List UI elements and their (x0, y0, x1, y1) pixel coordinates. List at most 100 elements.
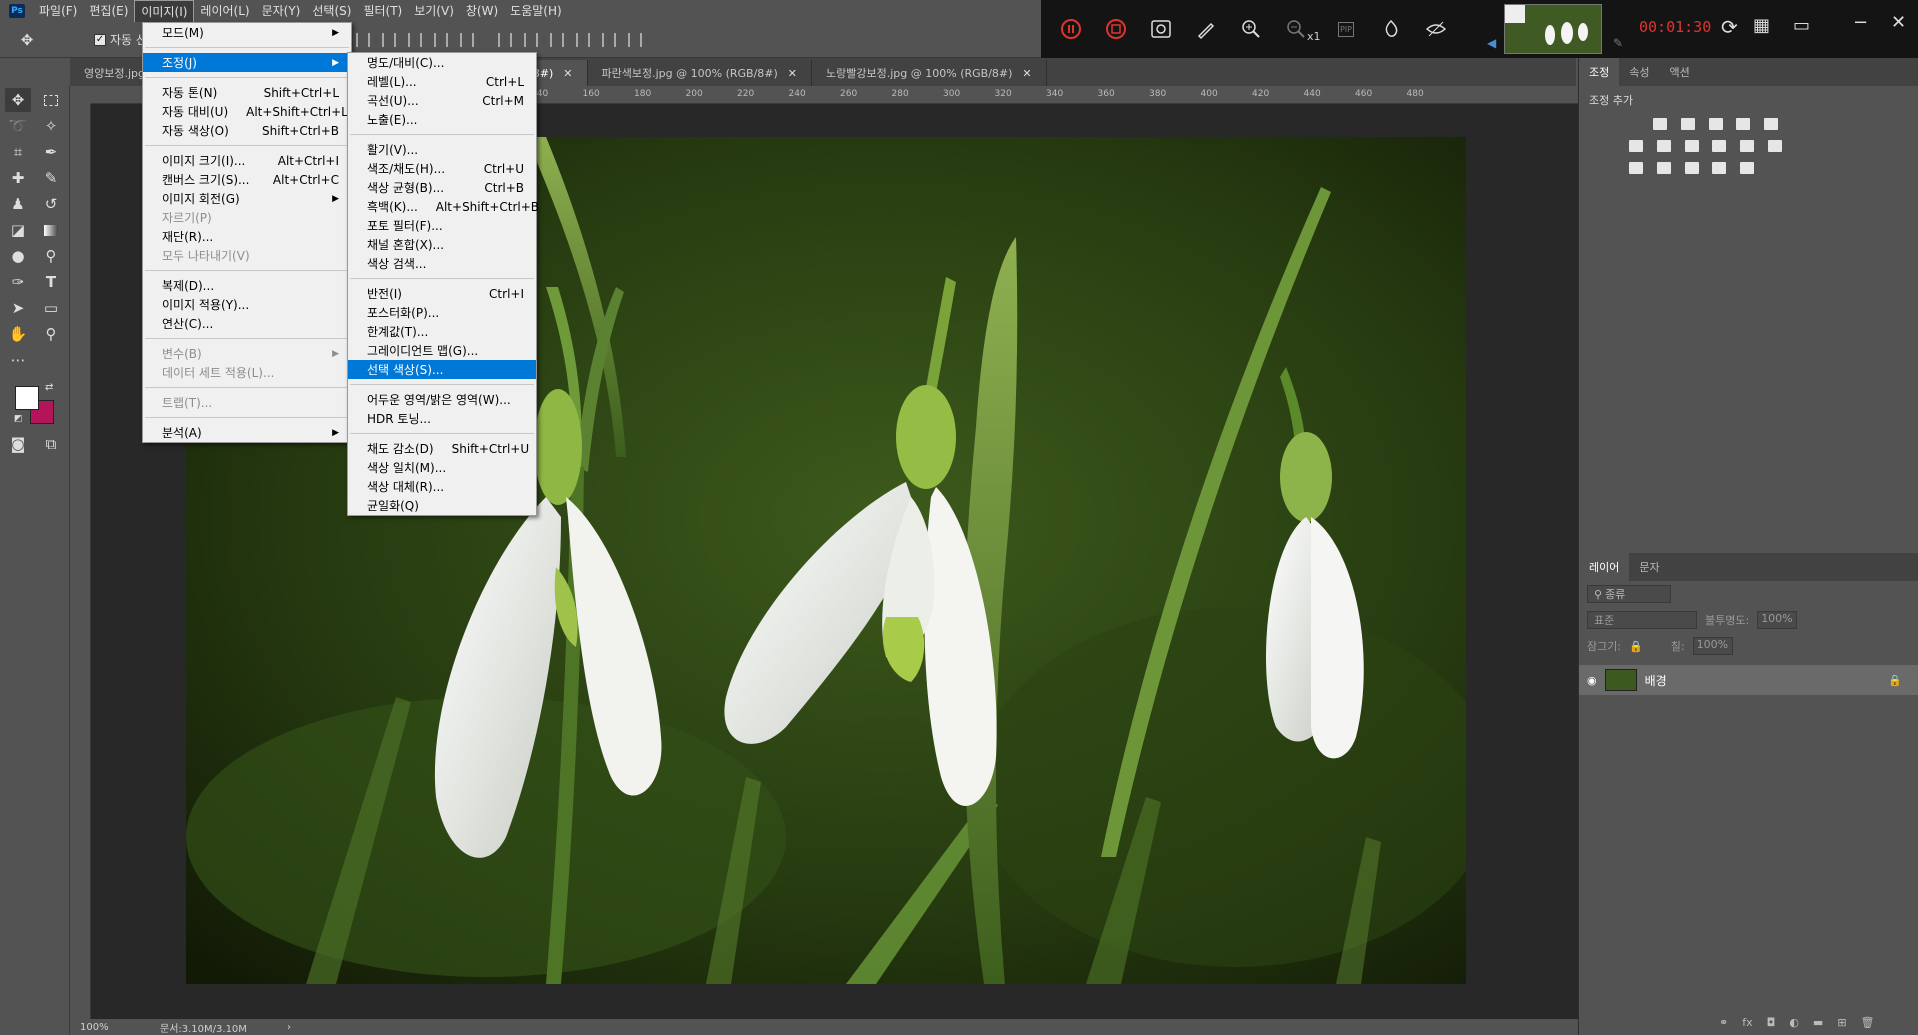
tab-close-icon[interactable]: ✕ (788, 67, 797, 80)
menu-5[interactable]: 선택(S) (306, 0, 357, 23)
menu-item[interactable]: 자동 대비(U) Alt+Shift+Ctrl+L (143, 102, 351, 121)
foreground-color-swatch[interactable] (15, 386, 39, 410)
align-bottom-icon[interactable] (381, 32, 396, 47)
photo-filter-icon[interactable] (1740, 140, 1755, 152)
curves-icon[interactable] (1708, 118, 1723, 130)
menu-item[interactable]: 어두운 영역/밝은 영역(W)... (348, 390, 536, 409)
trash-icon[interactable]: 🗑 (1861, 1016, 1875, 1029)
lock-icon[interactable]: 🔒 (1629, 640, 1643, 653)
vibrance-icon[interactable] (1629, 140, 1643, 152)
menu-item[interactable]: 채도 감소(D) Shift+Ctrl+U (348, 439, 536, 458)
adjustment-layer-icon[interactable]: ◐ (1789, 1016, 1799, 1029)
zoom-tool-icon[interactable]: ⚲ (38, 322, 64, 346)
posterize-icon[interactable] (1656, 162, 1671, 174)
move-tool-icon[interactable]: ✥ (14, 28, 40, 52)
pause-icon[interactable] (1056, 14, 1086, 44)
mask-icon[interactable]: ◘ (1767, 1016, 1776, 1029)
fill-input[interactable]: 100% (1692, 637, 1733, 655)
distribute-bottom-icon[interactable] (549, 32, 564, 47)
menu-item[interactable]: 자동 색상(O) Shift+Ctrl+B (143, 121, 351, 140)
gradient-tool-icon[interactable] (38, 218, 64, 242)
pip-icon[interactable]: PIP (1331, 14, 1361, 44)
menu-7[interactable]: 보기(V) (408, 0, 460, 23)
distribute-vcenter-icon[interactable] (523, 32, 538, 47)
exposure-icon[interactable] (1736, 118, 1751, 130)
menu-item[interactable]: HDR 토닝... (348, 409, 536, 428)
mic-icon[interactable]: ✎ (1613, 36, 1623, 50)
menu-1[interactable]: 편집(E) (83, 0, 134, 23)
more-tools-icon[interactable]: ⋯ (5, 348, 31, 372)
menu-item[interactable]: 한계값(T)... (348, 322, 536, 341)
distribute-right-icon[interactable] (627, 32, 642, 47)
menu-item[interactable]: 레벨(L)... Ctrl+L (348, 72, 536, 91)
menu-item[interactable]: 모드(M) ▶ (143, 23, 351, 42)
tab-close-icon[interactable]: ✕ (563, 67, 572, 80)
magic-wand-icon[interactable]: ✧ (38, 114, 64, 138)
tab-close-icon[interactable]: ✕ (1022, 67, 1031, 80)
shape-tool-icon[interactable]: ▭ (38, 296, 64, 320)
menu-item[interactable]: 재단(R)... (143, 227, 351, 246)
layer-filter-select[interactable]: ⚲ 종류 (1587, 585, 1671, 603)
gradient-map-icon[interactable] (1740, 162, 1755, 174)
distribute-hcenter-icon[interactable] (601, 32, 616, 47)
menu-item[interactable]: 곡선(U)... Ctrl+M (348, 91, 536, 110)
healing-brush-icon[interactable]: ✚ (5, 166, 31, 190)
hue-saturation-icon[interactable] (1656, 140, 1671, 152)
group-icon[interactable]: ▬ (1813, 1016, 1823, 1029)
brush-tool-icon[interactable]: ✎ (38, 166, 64, 190)
layer-row[interactable]: ◉ 배경 🔒 (1579, 665, 1918, 695)
eraser-tool-icon[interactable]: ◪ (5, 218, 31, 242)
menu-6[interactable]: 필터(T) (357, 0, 408, 23)
dodge-tool-icon[interactable]: ⚲ (38, 244, 64, 268)
align-right-icon[interactable] (459, 32, 474, 47)
panel-tab[interactable]: 조정 (1579, 58, 1620, 86)
gradient-icon[interactable] (1764, 118, 1779, 130)
menu-item[interactable]: 연산(C)... (143, 314, 351, 333)
recording-thumbnail[interactable] (1504, 4, 1602, 54)
close-icon[interactable]: ✕ (1891, 12, 1906, 33)
panel-tab[interactable]: 속성 (1619, 58, 1659, 86)
new-layer-icon[interactable]: ⊞ (1837, 1016, 1846, 1029)
marquee-tool-icon[interactable] (38, 88, 64, 112)
menu-item[interactable]: 자동 톤(N) Shift+Ctrl+L (143, 83, 351, 102)
brightness-contrast-icon[interactable] (1653, 118, 1667, 130)
menu-9[interactable]: 도움말(H) (504, 0, 568, 23)
eye-icon[interactable]: ◉ (1587, 674, 1597, 687)
threshold-icon[interactable] (1684, 162, 1699, 174)
webcam-icon[interactable] (1146, 14, 1176, 44)
panel-tab[interactable]: 레이어 (1579, 553, 1630, 581)
menu-2[interactable]: 이미지(I) (134, 0, 195, 23)
screen-mode-icon[interactable]: ⧉ (38, 432, 64, 456)
menu-8[interactable]: 창(W) (460, 0, 504, 23)
channel-mixer-icon[interactable] (1768, 140, 1783, 152)
minimize-icon[interactable]: − (1853, 12, 1868, 33)
panel-tab[interactable]: 액션 (1660, 58, 1700, 86)
eyedropper-icon[interactable]: ✒ (38, 140, 64, 164)
levels-icon[interactable] (1680, 118, 1695, 130)
menu-item[interactable]: 분석(A) ▶ (143, 423, 351, 442)
mouse-effect-icon[interactable] (1376, 14, 1406, 44)
menu-item[interactable]: 균일화(Q) (348, 496, 536, 515)
capture-icon[interactable]: ▦ (1753, 15, 1770, 36)
distribute-left-icon[interactable] (575, 32, 590, 47)
menu-0[interactable]: 파일(F) (33, 0, 83, 23)
stamp-tool-icon[interactable]: ♟ (5, 192, 31, 216)
menu-item[interactable]: 노출(E)... (348, 110, 536, 129)
blur-tool-icon[interactable]: ● (5, 244, 31, 268)
menu-item[interactable]: 색상 대체(R)... (348, 477, 536, 496)
fx-icon[interactable]: fx (1742, 1016, 1752, 1029)
layer-name[interactable]: 배경 (1645, 672, 1881, 689)
menu-item[interactable]: 색상 검색... (348, 254, 536, 273)
menu-item[interactable]: 조정(J) ▶ (143, 53, 351, 72)
pen-draw-icon[interactable] (1191, 14, 1221, 44)
menu-item[interactable]: 색조/채도(H)... Ctrl+U (348, 159, 536, 178)
link-layers-icon[interactable]: ⚭ (1719, 1016, 1728, 1029)
quick-mask-icon[interactable]: ◙ (5, 432, 31, 456)
menu-4[interactable]: 문자(Y) (256, 0, 307, 23)
menu-item[interactable]: 색상 균형(B)... Ctrl+B (348, 178, 536, 197)
speaker-icon[interactable]: ◀ (1487, 36, 1496, 50)
menu-item[interactable]: 그레이디언트 맵(G)... (348, 341, 536, 360)
pen-tool-icon[interactable]: ✑ (5, 270, 31, 294)
menu-item[interactable]: 이미지 적용(Y)... (143, 295, 351, 314)
schedule-recording-icon[interactable]: ⟳ (1721, 15, 1738, 39)
